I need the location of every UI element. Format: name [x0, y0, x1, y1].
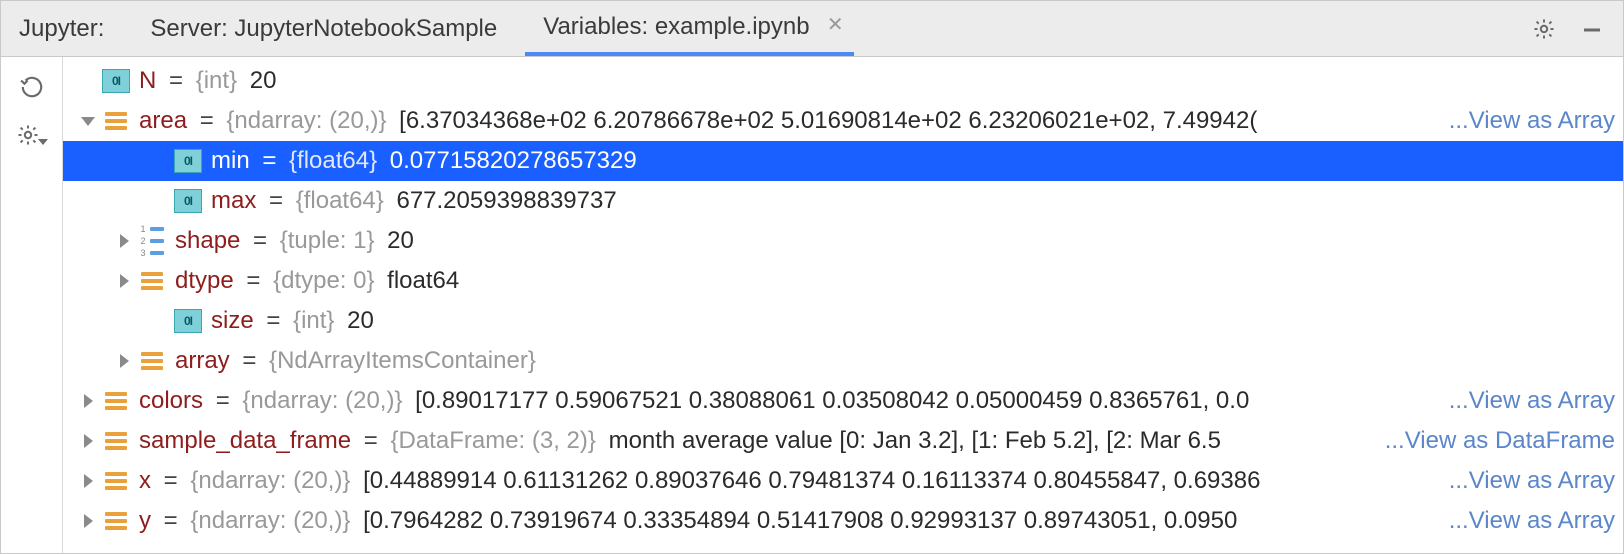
variable-content: colors = {ndarray: (20,)} [0.89017177 0.…: [139, 387, 1449, 415]
variable-type: {float64}: [296, 187, 384, 214]
variable-row-dtype[interactable]: dtype = {dtype: 0} float64: [63, 261, 1623, 301]
scalar-icon: 0I: [175, 190, 201, 212]
variable-content: x = {ndarray: (20,)} [0.44889914 0.61131…: [139, 467, 1449, 495]
gear-icon[interactable]: [1529, 14, 1559, 44]
variable-value: float64: [381, 267, 460, 294]
variable-content: area = {ndarray: (20,)} [6.37034368e+02 …: [139, 107, 1449, 135]
variable-name: sample_data_frame: [139, 427, 351, 454]
variable-row-N[interactable]: 0I N = {int} 20: [63, 61, 1623, 101]
view-as-dataframe-link[interactable]: ...View as DataFrame: [1385, 427, 1623, 455]
view-as-array-link[interactable]: ...View as Array: [1449, 107, 1623, 135]
variable-value: [6.37034368e+02 6.20786678e+02 5.0169081…: [393, 107, 1258, 134]
refresh-button[interactable]: [16, 71, 48, 103]
disclosure-open-icon[interactable]: [73, 117, 103, 126]
variable-type: {ndarray: (20,)}: [226, 107, 386, 134]
variable-value: 20: [243, 67, 276, 94]
variable-type: {float64}: [289, 147, 377, 174]
variable-type: {ndarray: (20,)}: [190, 467, 350, 494]
tabbar-actions: [1529, 1, 1623, 56]
variable-content: N = {int} 20: [139, 67, 1623, 95]
view-as-array-link[interactable]: ...View as Array: [1449, 507, 1623, 535]
variable-type: {tuple: 1}: [280, 227, 375, 254]
variable-name: y: [139, 507, 151, 534]
array-icon: [139, 270, 165, 292]
variable-row-sample_data_frame[interactable]: sample_data_frame = {DataFrame: (3, 2)} …: [63, 421, 1623, 461]
close-tab-icon[interactable]: ✕: [827, 12, 844, 37]
variable-type: {int}: [293, 307, 334, 334]
jupyter-label: Jupyter:: [1, 1, 122, 56]
minimize-icon[interactable]: [1577, 14, 1607, 44]
variable-value: 20: [340, 307, 373, 334]
variable-row-y[interactable]: y = {ndarray: (20,)} [0.7964282 0.739196…: [63, 501, 1623, 541]
disclosure-closed-icon[interactable]: [109, 354, 139, 368]
variable-type: {int}: [196, 67, 237, 94]
tab-variables-label: Variables: example.ipynb: [543, 13, 809, 41]
variable-name: N: [139, 67, 156, 94]
variable-row-min[interactable]: 0I min = {float64} 0.07715820278657329: [63, 141, 1623, 181]
panel-body: 0I N = {int} 20 area = {ndarray: (20,)} [6…: [1, 57, 1623, 553]
variable-value: [0.44889914 0.61131262 0.89037646 0.7948…: [356, 467, 1260, 494]
disclosure-closed-icon[interactable]: [73, 434, 103, 448]
array-icon: [103, 470, 129, 492]
settings-button[interactable]: [16, 119, 48, 151]
variable-row-shape[interactable]: 123 shape = {tuple: 1} 20: [63, 221, 1623, 261]
app-root: Jupyter: Server: JupyterNotebookSample V…: [0, 0, 1624, 554]
variable-content: sample_data_frame = {DataFrame: (3, 2)} …: [139, 427, 1385, 455]
array-icon: [103, 110, 129, 132]
gutter-toolbar: [1, 57, 63, 553]
tab-server[interactable]: Server: JupyterNotebookSample: [132, 1, 515, 56]
variable-name: dtype: [175, 267, 234, 294]
disclosure-closed-icon[interactable]: [73, 474, 103, 488]
variable-value: 677.2059398839737: [390, 187, 617, 214]
variable-content: max = {float64} 677.2059398839737: [211, 187, 1623, 215]
variable-name: area: [139, 107, 187, 134]
variable-value: 0.07715820278657329: [383, 147, 637, 174]
variable-type: {NdArrayItemsContainer}: [269, 347, 536, 374]
variable-content: y = {ndarray: (20,)} [0.7964282 0.739196…: [139, 507, 1449, 535]
array-icon: [103, 430, 129, 452]
variable-content: size = {int} 20: [211, 307, 1623, 335]
disclosure-closed-icon[interactable]: [109, 234, 139, 248]
variable-name: shape: [175, 227, 240, 254]
array-icon: [103, 510, 129, 532]
variable-value: [0.7964282 0.73919674 0.33354894 0.51417…: [356, 507, 1237, 534]
variable-value: [0.89017177 0.59067521 0.38088061 0.0350…: [408, 387, 1249, 414]
variable-value: 20: [381, 227, 414, 254]
variable-content: shape = {tuple: 1} 20: [175, 227, 1623, 255]
view-as-array-link[interactable]: ...View as Array: [1449, 387, 1623, 415]
variable-name: max: [211, 187, 256, 214]
view-as-array-link[interactable]: ...View as Array: [1449, 467, 1623, 495]
tuple-icon: 123: [139, 230, 165, 252]
variable-row-x[interactable]: x = {ndarray: (20,)} [0.44889914 0.61131…: [63, 461, 1623, 501]
array-icon: [139, 350, 165, 372]
variable-content: min = {float64} 0.07715820278657329: [211, 147, 1623, 175]
array-icon: [103, 390, 129, 412]
variable-name: min: [211, 147, 250, 174]
disclosure-closed-icon[interactable]: [73, 394, 103, 408]
disclosure-closed-icon[interactable]: [73, 514, 103, 528]
variable-row-colors[interactable]: colors = {ndarray: (20,)} [0.89017177 0.…: [63, 381, 1623, 421]
variable-name: x: [139, 467, 151, 494]
variables-tree[interactable]: 0I N = {int} 20 area = {ndarray: (20,)} [6…: [63, 57, 1623, 553]
variable-type: {dtype: 0}: [273, 267, 374, 294]
variable-row-array[interactable]: array = {NdArrayItemsContainer}: [63, 341, 1623, 381]
tab-variables[interactable]: Variables: example.ipynb ✕: [525, 1, 853, 56]
disclosure-closed-icon[interactable]: [109, 274, 139, 288]
variable-content: array = {NdArrayItemsContainer}: [175, 347, 1623, 375]
variable-value: month average value [0: Jan 3.2], [1: Fe…: [602, 427, 1221, 454]
variable-row-max[interactable]: 0I max = {float64} 677.2059398839737: [63, 181, 1623, 221]
variable-name: colors: [139, 387, 203, 414]
variable-content: dtype = {dtype: 0} float64: [175, 267, 1623, 295]
scalar-icon: 0I: [103, 70, 129, 92]
scalar-icon: 0I: [175, 310, 201, 332]
variable-name: array: [175, 347, 230, 374]
variable-type: {DataFrame: (3, 2)}: [390, 427, 595, 454]
scalar-icon: 0I: [175, 150, 201, 172]
tool-window-tabbar: Jupyter: Server: JupyterNotebookSample V…: [1, 1, 1623, 57]
variable-row-area[interactable]: area = {ndarray: (20,)} [6.37034368e+02 …: [63, 101, 1623, 141]
variable-row-size[interactable]: 0I size = {int} 20: [63, 301, 1623, 341]
variable-type: {ndarray: (20,)}: [190, 507, 350, 534]
variable-name: size: [211, 307, 254, 334]
variable-type: {ndarray: (20,)}: [242, 387, 402, 414]
